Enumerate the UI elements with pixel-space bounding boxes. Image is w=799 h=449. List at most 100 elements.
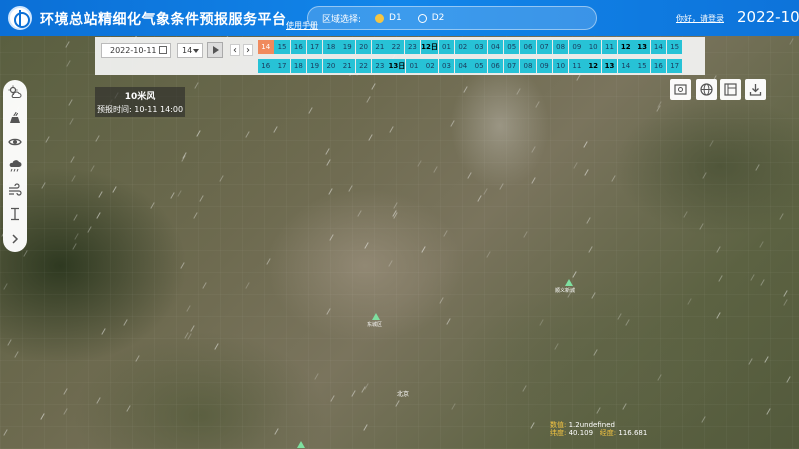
wind-icon[interactable] xyxy=(8,182,22,196)
wind-particle xyxy=(96,397,101,404)
hour-cell[interactable]: 19 xyxy=(339,40,355,54)
hour-cell[interactable]: 20 xyxy=(355,40,372,54)
hour-cell[interactable]: 03 xyxy=(438,59,455,73)
coordinate-readout: 数值: 1.2undefined 纬度: 40.109 经度: 116.681 xyxy=(550,421,647,437)
hour-cell[interactable]: 08 xyxy=(520,59,536,73)
wind-particle xyxy=(364,383,369,390)
hour-cell[interactable]: 13 xyxy=(634,40,650,54)
hour-cell[interactable]: 14 xyxy=(618,59,634,73)
hour-cell[interactable]: 04 xyxy=(487,40,504,54)
chevron-right-icon[interactable] xyxy=(8,231,22,245)
hour-select[interactable]: 14 xyxy=(177,43,203,58)
hour-cell[interactable]: 08 xyxy=(552,40,569,54)
wind-particle xyxy=(657,101,662,108)
hour-cell[interactable]: 01 xyxy=(438,40,455,54)
hour-cell[interactable]: 23 xyxy=(404,40,421,54)
hour-cell[interactable]: 04 xyxy=(455,59,471,73)
wind-particle xyxy=(483,188,488,195)
hour-cell[interactable]: 17 xyxy=(274,59,290,73)
hour-cell[interactable]: 10 xyxy=(585,40,601,54)
hour-cell[interactable]: 15 xyxy=(634,59,650,73)
download-button[interactable] xyxy=(745,79,766,100)
wind-particle xyxy=(366,96,371,103)
hour-cell[interactable]: 02 xyxy=(422,59,438,73)
rain-cloud-icon[interactable] xyxy=(8,158,22,172)
wind-particle xyxy=(687,298,692,305)
hour-cell[interactable]: 06 xyxy=(487,59,504,73)
wind-particle xyxy=(718,275,723,282)
region-option-d1[interactable]: D1 xyxy=(375,13,402,23)
wind-particle xyxy=(348,185,353,192)
layer-image-button[interactable] xyxy=(670,79,691,100)
hour-cell[interactable]: 15 xyxy=(274,40,290,54)
hour-cell[interactable]: 09 xyxy=(569,40,585,54)
hour-cell[interactable]: 06 xyxy=(520,40,536,54)
wind-particle xyxy=(368,134,373,141)
wind-particle xyxy=(439,297,444,304)
hour-cell[interactable]: 05 xyxy=(471,59,487,73)
hour-cell[interactable]: 23 xyxy=(372,59,388,73)
wind-particle xyxy=(443,230,448,237)
wind-particle xyxy=(123,319,128,326)
wind-particle xyxy=(101,328,106,335)
pollution-icon[interactable] xyxy=(8,110,22,124)
forecast-date-input[interactable]: 2022-10-11 xyxy=(101,43,171,58)
hour-cell[interactable]: 07 xyxy=(503,59,520,73)
hour-cell[interactable]: 21 xyxy=(372,40,388,54)
wind-particle xyxy=(90,165,95,172)
hour-cell[interactable]: 18 xyxy=(323,40,339,54)
next-hour-button[interactable]: › xyxy=(243,44,253,56)
height-icon[interactable] xyxy=(8,206,22,221)
hour-cell[interactable]: 16 xyxy=(290,40,307,54)
hour-cell[interactable]: 03 xyxy=(471,40,487,54)
station-label-1: 东城区 xyxy=(367,322,383,328)
hour-cell[interactable]: 16 xyxy=(258,59,274,73)
hour-cell[interactable]: 17 xyxy=(306,40,323,54)
hour-cell[interactable]: 13 xyxy=(601,59,618,73)
hour-cell[interactable]: 15 xyxy=(666,40,683,54)
hour-cell[interactable]: 02 xyxy=(455,40,471,54)
station-marker-3[interactable] xyxy=(297,441,305,448)
play-button[interactable] xyxy=(207,42,223,58)
hour-cell[interactable]: 10 xyxy=(552,59,569,73)
station-marker-1[interactable] xyxy=(372,313,380,320)
wind-particle xyxy=(330,395,335,402)
region-option-d2[interactable]: D2 xyxy=(417,13,444,23)
station-marker-2[interactable] xyxy=(565,279,573,286)
hour-cell[interactable]: 16 xyxy=(650,59,667,73)
hour-timeline-row-2: 16 17 18 19 20 21 22 23 13日 01 02 03 04 05 06 07 08 09 10 1… xyxy=(258,59,683,73)
globe-button[interactable] xyxy=(696,79,717,100)
hour-cell[interactable]: 11 xyxy=(569,59,585,73)
login-link[interactable]: 你好，请登录 xyxy=(676,13,724,24)
chart-panel-button[interactable] xyxy=(720,79,741,100)
hour-cell[interactable]: 07 xyxy=(536,40,553,54)
lat-readout: 40.109 xyxy=(568,429,594,437)
hour-cell[interactable]: 22 xyxy=(355,59,372,73)
wind-particle xyxy=(699,223,704,230)
sun-cloud-icon[interactable] xyxy=(8,84,22,98)
prev-hour-button[interactable]: ‹ xyxy=(230,44,240,56)
hour-cell[interactable]: 05 xyxy=(503,40,520,54)
hour-cell[interactable]: 18 xyxy=(290,59,307,73)
hour-cell[interactable]: 14 xyxy=(258,40,274,54)
hour-cell[interactable]: 21 xyxy=(339,59,355,73)
hour-cell[interactable]: 11 xyxy=(601,40,618,54)
hour-cell[interactable]: 01 xyxy=(406,59,422,73)
visibility-icon[interactable] xyxy=(8,134,22,148)
hour-cell[interactable]: 19 xyxy=(306,59,323,73)
hour-cell[interactable]: 12 xyxy=(618,40,634,54)
region-label: 区域选择: xyxy=(322,14,362,25)
hour-cell[interactable]: 09 xyxy=(536,59,553,73)
hour-cell[interactable]: 13日 xyxy=(388,59,406,73)
wind-particle xyxy=(573,162,578,169)
wind-particle xyxy=(576,74,581,81)
hour-cell[interactable]: 17 xyxy=(666,59,683,73)
hour-cell[interactable]: 12 xyxy=(585,59,601,73)
hour-cell[interactable]: 12日 xyxy=(420,40,438,54)
radio-selected-icon xyxy=(375,13,385,23)
hour-cell[interactable]: 22 xyxy=(388,40,404,54)
wind-particle xyxy=(326,308,331,315)
hour-cell[interactable]: 14 xyxy=(650,40,667,54)
wind-particle xyxy=(150,202,155,209)
hour-cell[interactable]: 20 xyxy=(323,59,339,73)
